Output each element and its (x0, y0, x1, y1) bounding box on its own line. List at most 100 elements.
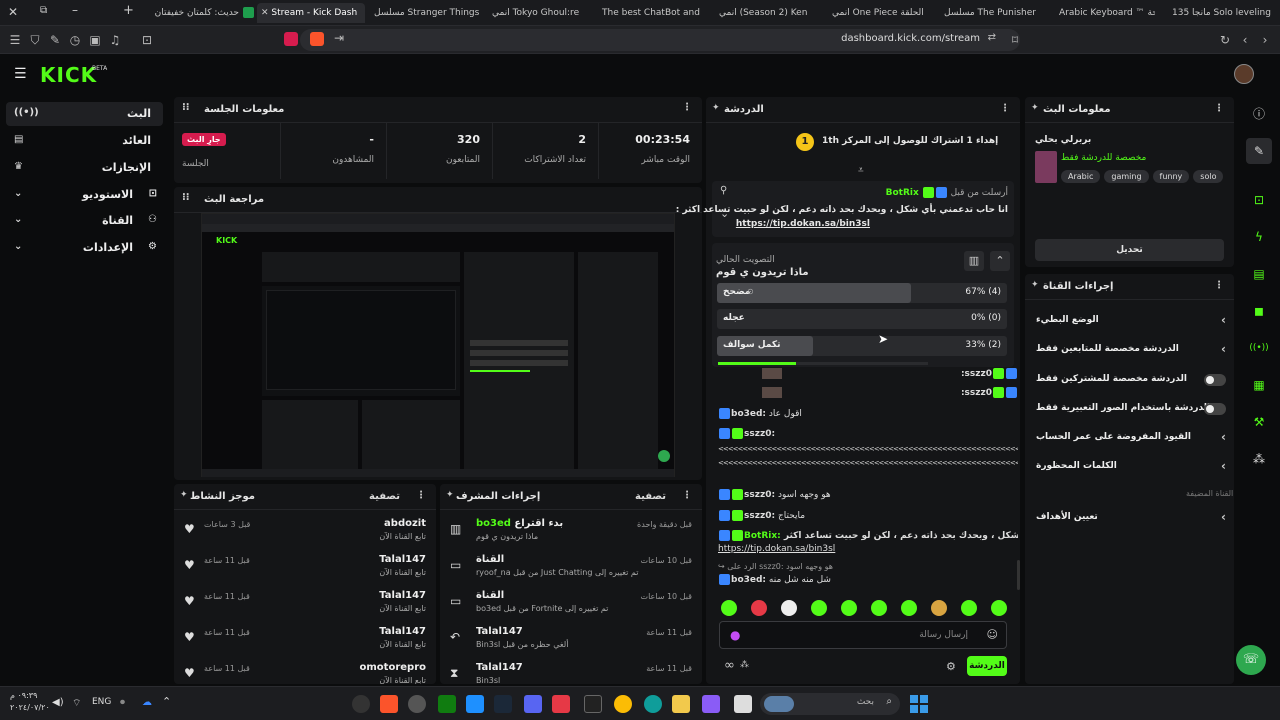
rewards-icon[interactable] (284, 32, 298, 46)
drag-handle-icon[interactable]: ✦ (712, 103, 720, 113)
wallet-icon[interactable]: ✎ (46, 31, 64, 49)
cloud-icon[interactable]: ☁ (142, 697, 152, 708)
tab-9[interactable]: حديث: كلمتان خفيفتان (148, 3, 254, 23)
brave-icon[interactable] (380, 695, 398, 713)
emote-icon[interactable] (811, 600, 827, 616)
music-icon[interactable]: ♫ (106, 31, 124, 49)
delete-poll-icon[interactable]: ▥ (964, 251, 984, 271)
steam-icon[interactable] (494, 695, 512, 713)
xbox-icon[interactable] (438, 695, 456, 713)
sidebar-item-stream[interactable]: ((•)) البث (6, 102, 163, 126)
tab-8[interactable]: ✕ Stream - Kick Dash (257, 3, 365, 23)
task-view-icon[interactable] (734, 695, 752, 713)
category-thumbnail[interactable] (1035, 151, 1057, 183)
camera-icon[interactable]: ⊡ (1246, 187, 1272, 213)
clock[interactable]: ٠٩:٣٩ م ٢٠٢٤/٠٧/٢٠ (10, 690, 50, 714)
lightning-icon[interactable]: ϟ (1246, 224, 1272, 250)
chat-scrollbar[interactable] (1017, 560, 1020, 590)
settings-icon[interactable]: ⚙ (946, 660, 956, 673)
layout-icon[interactable]: ▦ (1246, 372, 1272, 398)
pin-icon[interactable]: ⚲ (720, 185, 727, 196)
tab-0[interactable]: مانجا 135 Solo leveling (1168, 3, 1276, 23)
forward-icon[interactable]: › (1256, 31, 1274, 49)
emote-icon[interactable] (901, 600, 917, 616)
poll-option-2[interactable]: عجله 0% (0) (717, 309, 1007, 329)
kick-logo[interactable]: KICK (40, 63, 97, 87)
tab-5[interactable]: The best ChatBot and (598, 3, 702, 23)
avatar[interactable] (1234, 64, 1254, 84)
emote-icon[interactable] (871, 600, 887, 616)
info-icon[interactable]: ⓘ (1246, 101, 1272, 127)
more-options-icon[interactable]: ⋮ (416, 490, 426, 501)
emote-icon[interactable] (721, 600, 737, 616)
poll-option-3[interactable]: تكمل سوالف 33% (2) (717, 336, 1007, 356)
stream-preview-video[interactable]: KICK (201, 213, 675, 477)
sidebar-item-achievements[interactable]: ♛ الإنجازات (6, 156, 163, 180)
edge-icon[interactable] (644, 695, 662, 713)
document-icon[interactable]: ▤ (1246, 261, 1272, 287)
emotes-only-toggle[interactable] (1204, 403, 1226, 415)
windows-start-icon[interactable] (910, 695, 928, 713)
close-window-icon[interactable]: ✕ (8, 5, 18, 19)
brave-shield-icon[interactable] (310, 32, 324, 46)
app-icon[interactable] (408, 695, 426, 713)
close-tab-icon[interactable]: ✕ (261, 8, 271, 18)
drag-handle-icon[interactable]: ✦ (1031, 103, 1039, 113)
epic-games-icon[interactable] (584, 695, 602, 713)
chat-link[interactable]: https://tip.dokan.sa/bin3sl (718, 544, 1018, 554)
poll-option-1[interactable]: مضحخ ⊙ 67% (4) (717, 283, 1007, 303)
subscribers-only-row[interactable]: الدردشة مخصصة للمشتركين فقط (1030, 368, 1230, 394)
stream-category[interactable]: مخصصة للدردشة فقط (1061, 153, 1146, 163)
edit-icon[interactable]: ✎ (1246, 138, 1272, 164)
site-settings-icon[interactable]: ⇄ (988, 32, 996, 43)
sidebar-item-revenue[interactable]: ▤ العائد (6, 129, 163, 153)
tab-7[interactable]: مسلسل Stranger Things (370, 3, 480, 23)
minimize-window-icon[interactable]: – (72, 3, 78, 17)
nodes-icon[interactable]: ⁂ (1246, 446, 1272, 472)
sidebar-item-channel[interactable]: ⌄ القناة ⚇ (6, 209, 163, 233)
bookmarks-panel-icon[interactable]: ▣ (86, 31, 104, 49)
history-icon[interactable]: ◷ (66, 31, 84, 49)
restore-window-icon[interactable]: ⧉ (40, 5, 47, 16)
sub-goal-bar[interactable]: 1 إهداء 1 اشتراك للوصول إلى المركز 1th (706, 127, 1020, 157)
sidebar-toggle-icon[interactable]: ☰ (6, 31, 24, 49)
file-explorer-icon[interactable] (672, 695, 690, 713)
back-icon[interactable]: ‹ (1236, 31, 1254, 49)
infinity-icon[interactable]: ∞ (724, 658, 735, 673)
slow-mode-row[interactable]: الوضع البطيء › (1030, 309, 1230, 335)
emotes-only-row[interactable]: الدردشة باستخدام الصور التعبيرية فقط (1030, 397, 1230, 423)
reload-icon[interactable]: ↻ (1216, 31, 1234, 49)
chevron-down-icon[interactable]: ⌄ (720, 207, 729, 220)
microphone-icon[interactable]: ● (730, 628, 740, 642)
nodes-icon[interactable]: ⁂ (740, 660, 749, 670)
wrench-icon[interactable]: ⚒ (1246, 409, 1272, 435)
collapse-icon[interactable]: ⩡ (858, 165, 864, 176)
emote-icon[interactable] (931, 600, 947, 616)
set-goals-row[interactable]: تعيين الأهداف › (1030, 506, 1230, 532)
emote-icon[interactable] (781, 600, 797, 616)
emoji-picker-icon[interactable]: ☺ (987, 628, 998, 641)
language-indicator[interactable]: ENG (92, 697, 111, 707)
send-chat-button[interactable]: الدردشة (967, 656, 1007, 676)
more-options-icon[interactable]: ⋮ (1000, 103, 1010, 114)
more-options-icon[interactable]: ⋮ (1214, 103, 1224, 114)
more-options-icon[interactable]: ⋮ (682, 102, 692, 113)
chevron-up-icon[interactable]: ⌃ (162, 695, 171, 708)
emote-icon[interactable] (751, 600, 767, 616)
chevron-up-icon[interactable]: ⌃ (990, 251, 1010, 271)
chat-bubble-icon[interactable]: ◼ (1246, 298, 1272, 324)
discord-icon[interactable] (524, 695, 542, 713)
more-options-icon[interactable]: ⋮ (682, 490, 692, 501)
drag-handle-icon[interactable]: ⁝⁝ (182, 102, 190, 113)
app-icon[interactable] (466, 695, 484, 713)
banned-words-row[interactable]: الكلمات المحظورة › (1030, 455, 1230, 481)
new-tab-button[interactable]: + (123, 3, 134, 18)
account-age-row[interactable]: القيود المفروضة على عمر الحساب › (1030, 426, 1230, 452)
drag-handle-icon[interactable]: ✦ (1031, 280, 1039, 290)
pinned-link[interactable]: https://tip.dokan.sa/bin3sl (736, 219, 870, 229)
sidebar-item-settings[interactable]: ⌄ الإعدادات ⚙ (6, 236, 163, 260)
more-options-icon[interactable]: ⋮ (1214, 280, 1224, 291)
taskbar-search[interactable]: بحث ⌕ (760, 693, 900, 715)
menu-icon[interactable]: ☰ (14, 66, 27, 82)
drag-handle-icon[interactable]: ✦ (180, 490, 188, 500)
